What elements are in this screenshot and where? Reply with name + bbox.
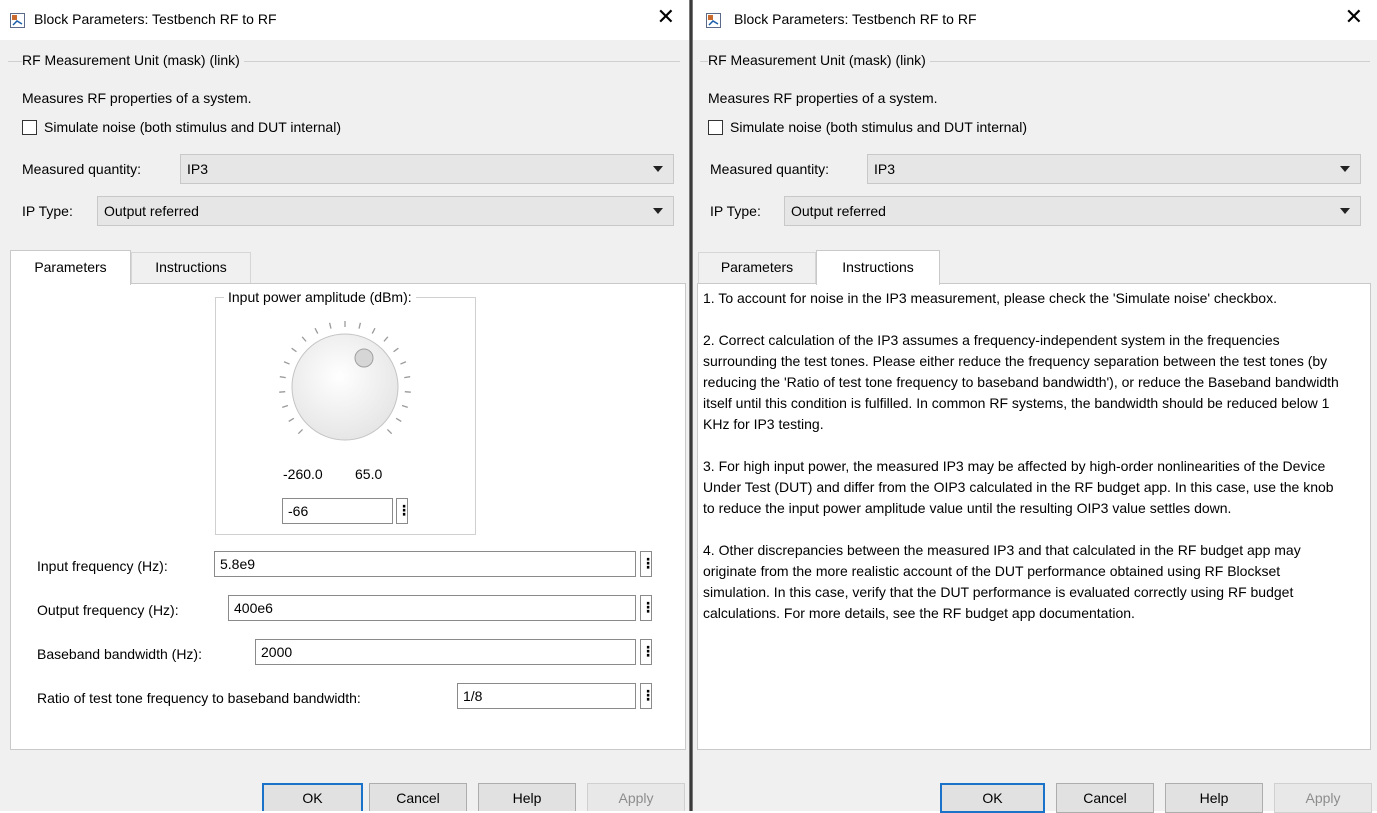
ip-type-value: Output referred [791,203,886,219]
ok-button[interactable]: OK [940,783,1045,813]
simulate-noise-row[interactable]: Simulate noise (both stimulus and DUT in… [708,119,1027,135]
knob-tick [292,348,297,352]
knob-tick [400,362,406,364]
vertical-ellipsis-icon[interactable]: ⋮ [640,683,652,709]
knob-tick [359,323,360,329]
knob-min-value: -260.0 [283,466,323,482]
tab-parameters[interactable]: Parameters [698,252,816,283]
cancel-button[interactable]: Cancel [369,783,467,811]
measured-quantity-label: Measured quantity: [22,161,141,177]
ip-type-label: IP Type: [710,203,761,219]
input-frequency-label: Input frequency (Hz): [37,558,168,574]
close-icon[interactable]: ✕ [657,6,675,28]
vertical-ellipsis-icon[interactable]: ⋮ [396,498,408,524]
measured-quantity-value: IP3 [874,161,895,177]
output-frequency-label: Output frequency (Hz): [37,602,179,618]
knob-tick [282,406,288,408]
knob-tick [315,328,318,333]
knob-tick [284,362,290,364]
instruction-paragraph: 2. Correct calculation of the IP3 assume… [703,330,1348,435]
window-title: Block Parameters: Testbench RF to RF [734,11,977,27]
instruction-paragraph: 1. To account for noise in the IP3 measu… [703,288,1348,309]
help-button[interactable]: Help [1165,783,1263,813]
knob-tick [372,328,375,333]
baseband-bandwidth-field[interactable]: 2000 [255,639,636,665]
knob-tick [330,323,331,329]
ok-button[interactable]: OK [262,783,363,811]
input-frequency-field[interactable]: 5.8e9 [214,551,636,577]
simulate-noise-checkbox[interactable] [708,120,723,135]
simulate-noise-label: Simulate noise (both stimulus and DUT in… [730,119,1027,135]
baseband-bandwidth-label: Baseband bandwidth (Hz): [37,646,202,662]
knob-tick [280,377,286,378]
ratio-label: Ratio of test tone frequency to baseband… [37,690,361,706]
knob-tick [402,406,408,408]
tab-parameters[interactable]: Parameters [10,250,131,285]
block-parameters-dialog-parameters: Block Parameters: Testbench RF to RF ✕ R… [0,0,690,811]
chevron-down-icon [653,208,663,214]
input-power-knob[interactable] [270,307,420,457]
chevron-down-icon [1340,208,1350,214]
group-title: RF Measurement Unit (mask) (link) [708,52,930,68]
knob-tick [384,337,388,342]
close-icon[interactable]: ✕ [1345,6,1363,28]
knob-tick [289,418,294,421]
measured-quantity-dropdown[interactable]: IP3 [867,154,1361,184]
measured-quantity-value: IP3 [187,161,208,177]
knob-dial[interactable] [292,334,398,440]
tab-instructions[interactable]: Instructions [131,252,251,283]
knob-tick [404,377,410,378]
apply-button[interactable]: Apply [587,783,685,811]
simulate-noise-row[interactable]: Simulate noise (both stimulus and DUT in… [22,119,341,135]
instruction-paragraph: 4. Other discrepancies between the measu… [703,540,1348,624]
simulate-noise-checkbox[interactable] [22,120,37,135]
knob-value-input[interactable]: -66 [282,498,393,524]
knob-tick [394,348,399,352]
simulate-noise-label: Simulate noise (both stimulus and DUT in… [44,119,341,135]
instruction-paragraph: 3. For high input power, the measured IP… [703,456,1348,519]
vertical-ellipsis-icon[interactable]: ⋮ [640,639,652,665]
ip-type-value: Output referred [104,203,199,219]
simulink-block-icon [706,13,721,28]
cancel-button[interactable]: Cancel [1056,783,1154,813]
knob-tick [396,418,401,421]
ip-type-label: IP Type: [22,203,73,219]
knob-tick [302,337,306,342]
knob-tick [387,429,391,433]
knob-indicator [355,349,373,367]
title-bar: Block Parameters: Testbench RF to RF ✕ [0,0,689,40]
window-title: Block Parameters: Testbench RF to RF [34,11,277,27]
tab-instructions[interactable]: Instructions [816,250,940,285]
vertical-ellipsis-icon[interactable]: ⋮ [640,551,652,577]
ratio-field[interactable]: 1/8 [457,683,636,709]
help-button[interactable]: Help [478,783,576,811]
chevron-down-icon [1340,166,1350,172]
vertical-ellipsis-icon[interactable]: ⋮ [640,595,652,621]
measured-quantity-label: Measured quantity: [710,161,829,177]
group-title: RF Measurement Unit (mask) (link) [22,52,244,68]
ip-type-dropdown[interactable]: Output referred [97,196,674,226]
knob-max-value: 65.0 [355,466,382,482]
apply-button[interactable]: Apply [1274,783,1372,813]
knob-title: Input power amplitude (dBm): [224,289,416,305]
output-frequency-field[interactable]: 400e6 [228,595,636,621]
description-text: Measures RF properties of a system. [22,90,252,106]
measured-quantity-dropdown[interactable]: IP3 [180,154,674,184]
ip-type-dropdown[interactable]: Output referred [784,196,1361,226]
instructions-text: 1. To account for noise in the IP3 measu… [703,288,1348,645]
description-text: Measures RF properties of a system. [708,90,938,106]
simulink-block-icon [10,13,25,28]
title-bar: Block Parameters: Testbench RF to RF ✕ [693,0,1377,40]
chevron-down-icon [653,166,663,172]
knob-tick [298,429,302,433]
